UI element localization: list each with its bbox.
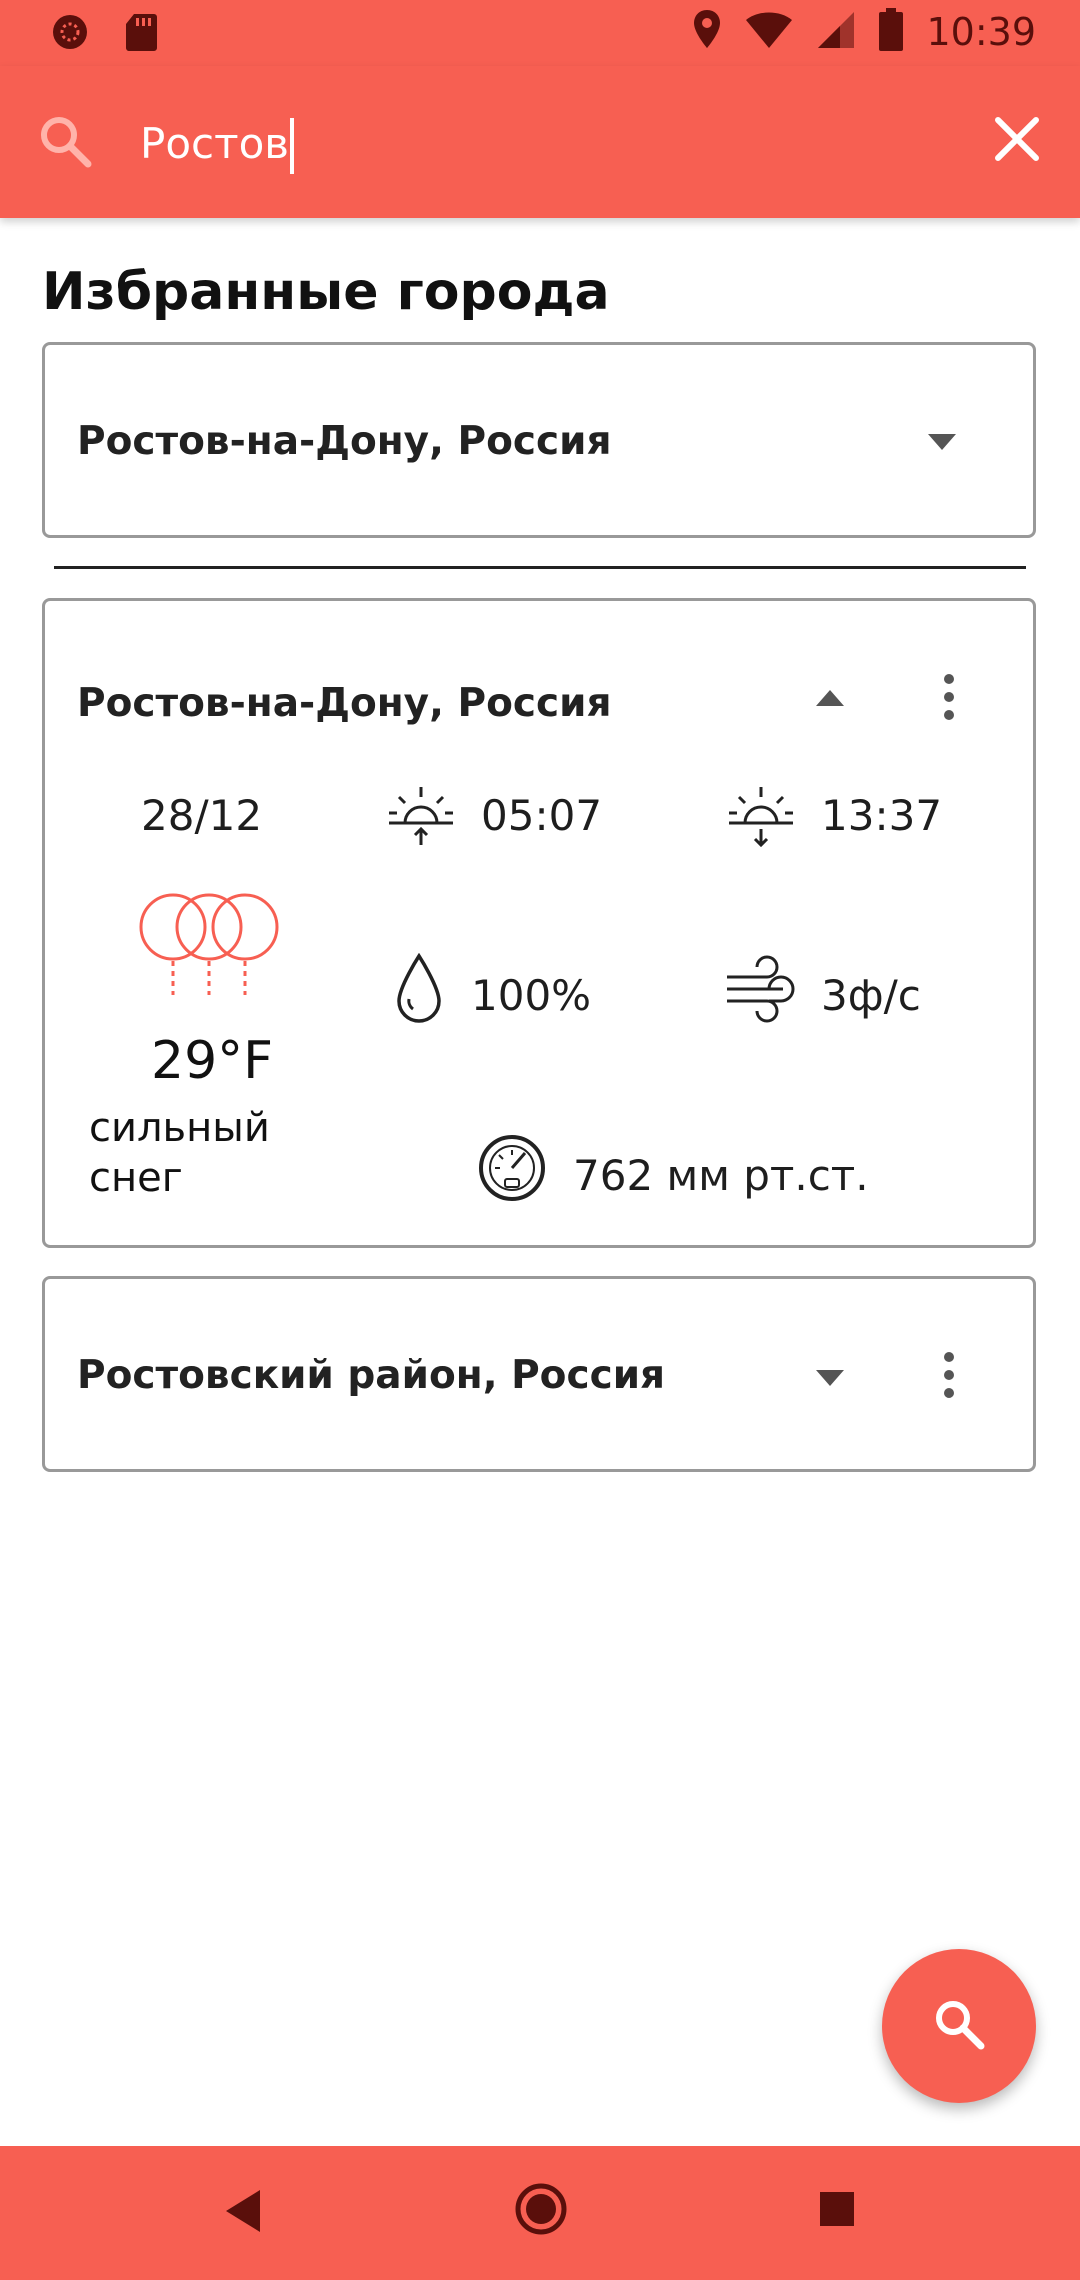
- sunset-time: 13:37: [821, 791, 943, 840]
- search-result-card[interactable]: Ростовский район, Россия: [42, 1276, 1036, 1472]
- chevron-down-icon[interactable]: [927, 433, 957, 455]
- search-icon: [36, 112, 94, 174]
- wind-speed: 3ф/с: [821, 971, 921, 1020]
- city-name: Ростовский район, Россия: [77, 1353, 666, 1398]
- city-name: Ростов-на-Дону, Россия: [77, 419, 612, 464]
- humidity-value: 100%: [471, 971, 592, 1020]
- sunrise-time: 05:07: [481, 791, 603, 840]
- clock: 10:39: [926, 10, 1036, 54]
- divider: [54, 566, 1026, 569]
- search-fab-button[interactable]: [882, 1949, 1036, 2103]
- favorites-title: Избранные города: [42, 262, 610, 322]
- favorite-city-card[interactable]: Ростов-на-Дону, Россия: [42, 342, 1036, 538]
- condition-line-1: сильный: [89, 1105, 270, 1151]
- chevron-up-icon[interactable]: [815, 689, 845, 711]
- more-vert-icon[interactable]: [941, 673, 957, 725]
- city-name: Ростов-на-Дону, Россия: [77, 681, 612, 726]
- forecast-date: 28/12: [141, 791, 263, 840]
- heavy-snow-cloud-icon: [137, 891, 281, 1001]
- wind-icon: [723, 953, 795, 1029]
- search-app-bar: [0, 66, 1080, 218]
- back-icon[interactable]: [222, 2188, 262, 2238]
- text-cursor: [290, 118, 294, 174]
- pressure-value: 762 мм рт.ст.: [573, 1151, 869, 1200]
- search-result-card-expanded[interactable]: Ростов-на-Дону, Россия 28/12 05:07 13:37…: [42, 598, 1036, 1248]
- pressure-gauge-icon: [477, 1133, 547, 1207]
- system-nav-bar: [0, 2146, 1080, 2280]
- sd-card-icon: [124, 12, 158, 56]
- more-vert-icon[interactable]: [941, 1351, 957, 1403]
- home-icon[interactable]: [514, 2182, 568, 2240]
- wifi-icon: [744, 10, 794, 54]
- sunset-icon: [725, 783, 797, 851]
- notification-icon: [50, 12, 90, 56]
- search-input[interactable]: [140, 110, 940, 176]
- humidity-icon: [395, 952, 443, 1029]
- close-icon[interactable]: [994, 116, 1040, 166]
- sunrise-icon: [385, 783, 457, 851]
- chevron-down-icon[interactable]: [815, 1369, 845, 1391]
- battery-icon: [878, 8, 904, 56]
- search-icon: [931, 1996, 987, 2056]
- signal-icon: [816, 10, 856, 54]
- temperature: 29°F: [151, 1031, 274, 1091]
- condition-line-2: снег: [89, 1155, 183, 1201]
- status-bar: 10:39: [0, 0, 1080, 66]
- location-icon: [692, 8, 722, 56]
- recents-icon[interactable]: [818, 2190, 856, 2232]
